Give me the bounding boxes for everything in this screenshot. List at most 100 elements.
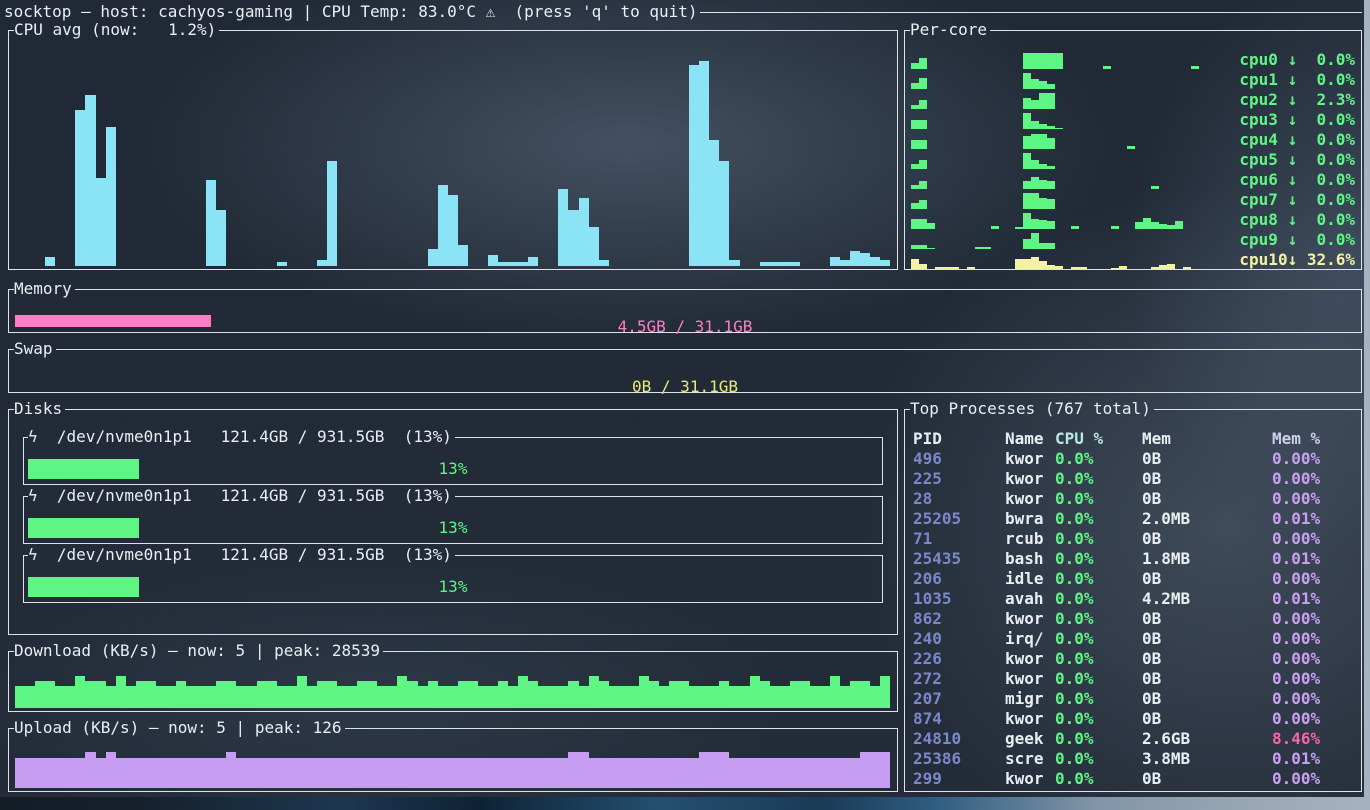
spark-bar: [911, 259, 919, 269]
history-bar: [186, 758, 196, 788]
history-bar: [719, 752, 729, 788]
spark-bar: [1143, 218, 1151, 229]
top-processes-panel: Top Processes (767 total) PIDNameCPU %Me…: [904, 401, 1362, 792]
process-row: 272kwor0.0%0B0.00%: [913, 669, 1357, 689]
process-cell: 0.0%: [1055, 569, 1142, 589]
swap-panel: Swap 0B / 31.1GB: [8, 341, 1362, 393]
core-label: cpu8 ↓ 0.0%: [1239, 210, 1355, 230]
history-bar: [579, 686, 589, 708]
process-cell: 28: [913, 489, 1005, 509]
spark-bar: [1047, 138, 1055, 149]
process-cell: kwor: [1005, 649, 1055, 669]
spark-bar: [919, 160, 927, 169]
history-bar: [458, 681, 468, 708]
history-bar: [800, 758, 810, 788]
process-cell: 0.0%: [1055, 509, 1142, 529]
core-sparkline: [911, 151, 1231, 169]
history-bar: [35, 681, 45, 708]
history-bar: [830, 257, 840, 266]
history-bar: [679, 758, 689, 788]
history-bar: [146, 758, 156, 788]
history-bar: [870, 257, 880, 266]
history-bar: [699, 686, 709, 708]
memory-title: Memory: [14, 281, 75, 297]
history-bar: [216, 758, 226, 788]
spark-bar: [919, 140, 927, 149]
history-bar: [609, 686, 619, 708]
spark-bar: [911, 120, 919, 129]
history-bar: [669, 758, 679, 788]
spark-bar: [1047, 53, 1055, 69]
process-cell: geek: [1005, 729, 1055, 749]
process-cell: 0.0%: [1055, 729, 1142, 749]
history-bar: [327, 758, 337, 788]
process-cell: avah: [1005, 589, 1055, 609]
spark-bar: [1047, 84, 1055, 89]
spark-bar: [1039, 93, 1047, 109]
history-bar: [488, 686, 498, 708]
spark-bar: [1111, 226, 1119, 229]
disk-entry: ϟ /dev/nvme0n1p1 121.4GB / 931.5GB (13%)…: [23, 488, 883, 544]
swap-gauge: 0B / 31.1GB: [15, 375, 1355, 387]
process-row: 496kwor0.0%0B0.00%: [913, 449, 1357, 469]
column-header: Mem: [1142, 429, 1272, 449]
spark-bar: [1023, 181, 1031, 189]
spark-bar: [1023, 259, 1031, 269]
disk-gauge: 13%: [28, 518, 878, 538]
history-bar: [579, 198, 589, 266]
history-bar: [780, 262, 790, 266]
spark-bar: [1031, 219, 1039, 229]
memory-gauge-label: 4.5GB / 31.1GB: [15, 315, 1355, 327]
process-row: 874kwor0.0%0B0.00%: [913, 709, 1357, 729]
spark-bar: [1079, 267, 1087, 269]
history-bar: [206, 180, 216, 266]
history-bar: [468, 758, 478, 788]
disks-title: Disks: [14, 401, 65, 417]
history-bar: [850, 251, 860, 266]
core-row: cpu0 ↓ 0.0%: [909, 50, 1357, 70]
process-cell: 2.6GB: [1142, 729, 1272, 749]
history-bar: [619, 686, 629, 708]
disk-entry: ϟ /dev/nvme0n1p1 121.4GB / 931.5GB (13%)…: [23, 547, 883, 603]
history-bar: [236, 686, 246, 708]
history-bar: [558, 758, 568, 788]
spark-bar: [1039, 198, 1047, 209]
history-bar: [357, 681, 367, 708]
history-bar: [699, 61, 709, 266]
history-bar: [186, 686, 196, 708]
process-row: 299kwor0.0%0B0.00%: [913, 769, 1357, 789]
spark-bar: [1039, 180, 1047, 189]
history-bar: [488, 758, 498, 788]
history-bar: [760, 758, 770, 788]
desktop: { "title_bar": { "text": "socktop — host…: [0, 0, 1370, 810]
disk-entry: ϟ /dev/nvme0n1p1 121.4GB / 931.5GB (13%)…: [23, 429, 883, 485]
history-bar: [428, 681, 438, 708]
core-sparkline: [911, 211, 1231, 229]
download-title: Download (KB/s) — now: 5 | peak: 28539: [14, 643, 383, 659]
spark-bar: [1023, 73, 1031, 89]
history-bar: [297, 758, 307, 788]
process-cell: 0B: [1142, 629, 1272, 649]
process-cell: 0.0%: [1055, 529, 1142, 549]
history-bar: [558, 686, 568, 708]
process-cell: 0.00%: [1272, 449, 1357, 469]
core-label: cpu10↓ 32.6%: [1239, 250, 1355, 270]
process-cell: 0.0%: [1055, 589, 1142, 609]
core-label: cpu4 ↓ 0.0%: [1239, 130, 1355, 150]
history-bar: [498, 681, 508, 708]
title-bar: socktop — host: cachyos-gaming | CPU Tem…: [4, 2, 1362, 22]
history-bar: [448, 686, 458, 708]
spark-bar: [983, 247, 991, 249]
disk-info-text: /dev/nvme0n1p1 121.4GB / 931.5GB (13%): [57, 486, 452, 505]
process-cell: 0.0%: [1055, 769, 1142, 789]
history-bar: [599, 758, 609, 788]
history-bar: [870, 752, 880, 788]
spark-bar: [911, 219, 919, 229]
history-bar: [387, 686, 397, 708]
process-cell: 71: [913, 529, 1005, 549]
spark-bar: [1167, 264, 1175, 269]
process-cell: kwor: [1005, 609, 1055, 629]
spark-bar: [911, 245, 919, 249]
history-bar: [96, 758, 106, 788]
spark-bar: [911, 164, 919, 169]
